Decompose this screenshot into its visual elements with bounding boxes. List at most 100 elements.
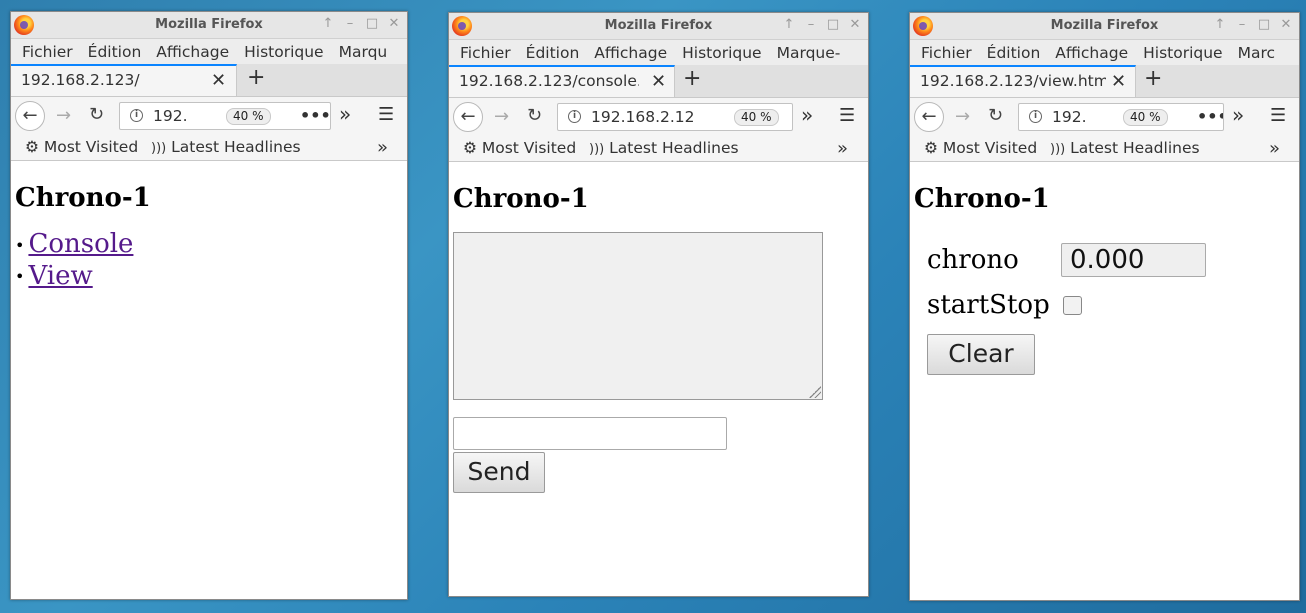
menu-marque-pages[interactable]: Marc bbox=[1238, 44, 1275, 62]
menu-marque-pages[interactable]: Marque- bbox=[777, 44, 841, 62]
bookmarks-bar: ⚙ Most Visited ))) Latest Headlines » bbox=[11, 137, 407, 161]
startstop-checkbox[interactable] bbox=[1063, 296, 1082, 315]
rss-icon: ))) bbox=[151, 141, 167, 156]
send-input[interactable] bbox=[453, 417, 727, 450]
title-bar[interactable]: Mozilla Firefox ↑ – □ ✕ bbox=[449, 13, 868, 40]
bookmark-label: Latest Headlines bbox=[171, 138, 301, 156]
tab-active[interactable]: 192.168.2.123/ ✕ bbox=[11, 64, 237, 96]
menu-affichage[interactable]: Affichage bbox=[156, 43, 229, 61]
info-icon[interactable]: i bbox=[1029, 110, 1042, 123]
tab-close-icon[interactable]: ✕ bbox=[651, 71, 666, 92]
nav-bar: ← → ↻ i 192.168.2.12 40 % » ☰ bbox=[449, 98, 868, 138]
menu-edition[interactable]: Édition bbox=[88, 43, 142, 61]
tab-close-icon[interactable]: ✕ bbox=[211, 70, 226, 91]
zoom-badge[interactable]: 40 % bbox=[734, 109, 779, 126]
maximize-icon[interactable]: □ bbox=[826, 17, 840, 33]
overflow-chevron-icon[interactable]: » bbox=[339, 102, 351, 126]
zoom-badge[interactable]: 40 % bbox=[226, 108, 271, 125]
page-title: Chrono-1 bbox=[914, 184, 1050, 214]
reload-icon[interactable]: ↻ bbox=[89, 104, 104, 125]
back-icon[interactable]: ← bbox=[914, 102, 944, 132]
new-tab-icon[interactable]: + bbox=[247, 65, 265, 90]
menu-historique[interactable]: Historique bbox=[244, 43, 323, 61]
menu-edition[interactable]: Édition bbox=[987, 44, 1041, 62]
list-item: View bbox=[15, 261, 133, 293]
title-bar[interactable]: Mozilla Firefox ↑ – □ ✕ bbox=[910, 13, 1299, 40]
chrono-field[interactable]: 0.000 bbox=[1061, 243, 1206, 277]
firefox-window-console: Mozilla Firefox ↑ – □ ✕ Fichier Édition … bbox=[448, 12, 869, 597]
close-icon[interactable]: ✕ bbox=[848, 17, 862, 33]
bookmark-label: Latest Headlines bbox=[609, 139, 739, 157]
bookmark-most-visited[interactable]: ⚙ Most Visited bbox=[924, 139, 1037, 157]
menu-affichage[interactable]: Affichage bbox=[594, 44, 667, 62]
bookmark-latest-headlines[interactable]: ))) Latest Headlines bbox=[151, 138, 301, 156]
bookmark-latest-headlines[interactable]: ))) Latest Headlines bbox=[1050, 139, 1200, 157]
forward-icon[interactable]: → bbox=[56, 105, 71, 126]
overflow-chevron-icon[interactable]: » bbox=[801, 103, 813, 127]
bookmarks-overflow-icon[interactable]: » bbox=[1269, 138, 1280, 159]
tab-active[interactable]: 192.168.2.123/console. ✕ bbox=[449, 65, 675, 97]
rss-icon: ))) bbox=[1050, 142, 1066, 157]
send-button[interactable]: Send bbox=[453, 452, 545, 493]
minimize-icon[interactable]: – bbox=[1235, 17, 1249, 33]
bookmark-most-visited[interactable]: ⚙ Most Visited bbox=[463, 139, 576, 157]
view-link[interactable]: View bbox=[28, 261, 92, 291]
keep-above-icon[interactable]: ↑ bbox=[782, 17, 796, 33]
back-icon[interactable]: ← bbox=[15, 101, 45, 131]
info-icon[interactable]: i bbox=[130, 109, 143, 122]
bookmarks-overflow-icon[interactable]: » bbox=[837, 138, 848, 159]
console-link[interactable]: Console bbox=[28, 229, 133, 259]
tab-label: 192.168.2.123/ bbox=[21, 71, 140, 89]
forward-icon[interactable]: → bbox=[494, 106, 509, 127]
clear-button[interactable]: Clear bbox=[927, 334, 1035, 375]
page-actions-icon[interactable]: ••• bbox=[1197, 107, 1223, 126]
zoom-badge[interactable]: 40 % bbox=[1123, 109, 1168, 126]
url-bar[interactable]: i 192. 40 % ••• bbox=[119, 102, 331, 130]
hamburger-menu-icon[interactable]: ☰ bbox=[378, 104, 394, 125]
menu-bar: Fichier Édition Affichage Historique Mar… bbox=[910, 40, 1299, 65]
close-icon[interactable]: ✕ bbox=[1279, 17, 1293, 33]
bookmark-label: Most Visited bbox=[43, 138, 139, 156]
maximize-icon[interactable]: □ bbox=[365, 16, 379, 32]
page-content: Chrono-1 Send bbox=[449, 166, 868, 596]
menu-fichier[interactable]: Fichier bbox=[460, 44, 511, 62]
page-actions-icon[interactable]: ••• bbox=[300, 106, 330, 125]
minimize-icon[interactable]: – bbox=[804, 17, 818, 33]
minimize-icon[interactable]: – bbox=[343, 16, 357, 32]
reload-icon[interactable]: ↻ bbox=[988, 105, 1003, 126]
new-tab-icon[interactable]: + bbox=[1144, 66, 1162, 91]
tab-close-icon[interactable]: ✕ bbox=[1111, 71, 1126, 92]
menu-bar: Fichier Édition Affichage Historique Mar… bbox=[11, 39, 407, 64]
bookmark-latest-headlines[interactable]: ))) Latest Headlines bbox=[589, 139, 739, 157]
menu-marque-pages[interactable]: Marqu bbox=[339, 43, 388, 61]
window-controls: ↑ – □ ✕ bbox=[1213, 17, 1293, 33]
hamburger-menu-icon[interactable]: ☰ bbox=[839, 105, 855, 126]
menu-historique[interactable]: Historique bbox=[682, 44, 761, 62]
tab-active[interactable]: 192.168.2.123/view.htm ✕ bbox=[910, 65, 1136, 97]
back-icon[interactable]: ← bbox=[453, 102, 483, 132]
bookmark-most-visited[interactable]: ⚙ Most Visited bbox=[25, 138, 138, 156]
console-output-textarea[interactable] bbox=[453, 232, 823, 400]
bookmarks-overflow-icon[interactable]: » bbox=[377, 137, 388, 158]
gear-icon: ⚙ bbox=[924, 139, 938, 157]
reload-icon[interactable]: ↻ bbox=[527, 105, 542, 126]
maximize-icon[interactable]: □ bbox=[1257, 17, 1271, 33]
url-bar[interactable]: i 192. 40 % ••• bbox=[1018, 103, 1224, 131]
bookmarks-bar: ⚙ Most Visited ))) Latest Headlines » bbox=[910, 138, 1299, 162]
keep-above-icon[interactable]: ↑ bbox=[1213, 17, 1227, 33]
close-icon[interactable]: ✕ bbox=[387, 16, 401, 32]
new-tab-icon[interactable]: + bbox=[683, 66, 701, 91]
keep-above-icon[interactable]: ↑ bbox=[321, 16, 335, 32]
forward-icon[interactable]: → bbox=[955, 106, 970, 127]
menu-fichier[interactable]: Fichier bbox=[921, 44, 972, 62]
url-bar[interactable]: i 192.168.2.12 40 % bbox=[557, 103, 793, 131]
menu-historique[interactable]: Historique bbox=[1143, 44, 1222, 62]
info-icon[interactable]: i bbox=[568, 110, 581, 123]
menu-edition[interactable]: Édition bbox=[526, 44, 580, 62]
menu-fichier[interactable]: Fichier bbox=[22, 43, 73, 61]
overflow-chevron-icon[interactable]: » bbox=[1232, 103, 1244, 127]
hamburger-menu-icon[interactable]: ☰ bbox=[1270, 105, 1286, 126]
title-bar[interactable]: Mozilla Firefox ↑ – □ ✕ bbox=[11, 12, 407, 39]
menu-affichage[interactable]: Affichage bbox=[1055, 44, 1128, 62]
resize-grip-icon[interactable] bbox=[809, 386, 821, 398]
